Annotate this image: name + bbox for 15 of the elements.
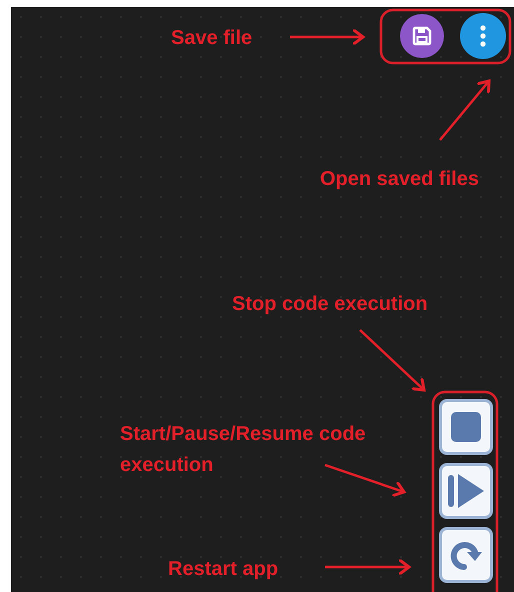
play-icon <box>447 473 485 509</box>
arrow <box>359 329 426 392</box>
annotation-label: Stop code execution <box>232 292 428 317</box>
restart-button[interactable] <box>439 527 493 583</box>
stop-icon <box>450 411 482 443</box>
arrow <box>439 80 490 141</box>
more-options-button[interactable] <box>460 13 506 59</box>
annotation-label: Start/Pause/Resume code execution <box>120 422 367 478</box>
stop-button[interactable] <box>439 399 493 455</box>
annotation-label: Restart app <box>168 557 278 582</box>
play-button[interactable] <box>439 463 493 519</box>
save-button[interactable] <box>400 14 444 58</box>
annotation-label: Save file <box>171 26 252 51</box>
annotation-label: Open saved files <box>320 167 479 192</box>
vertical-dots-icon <box>480 25 486 47</box>
